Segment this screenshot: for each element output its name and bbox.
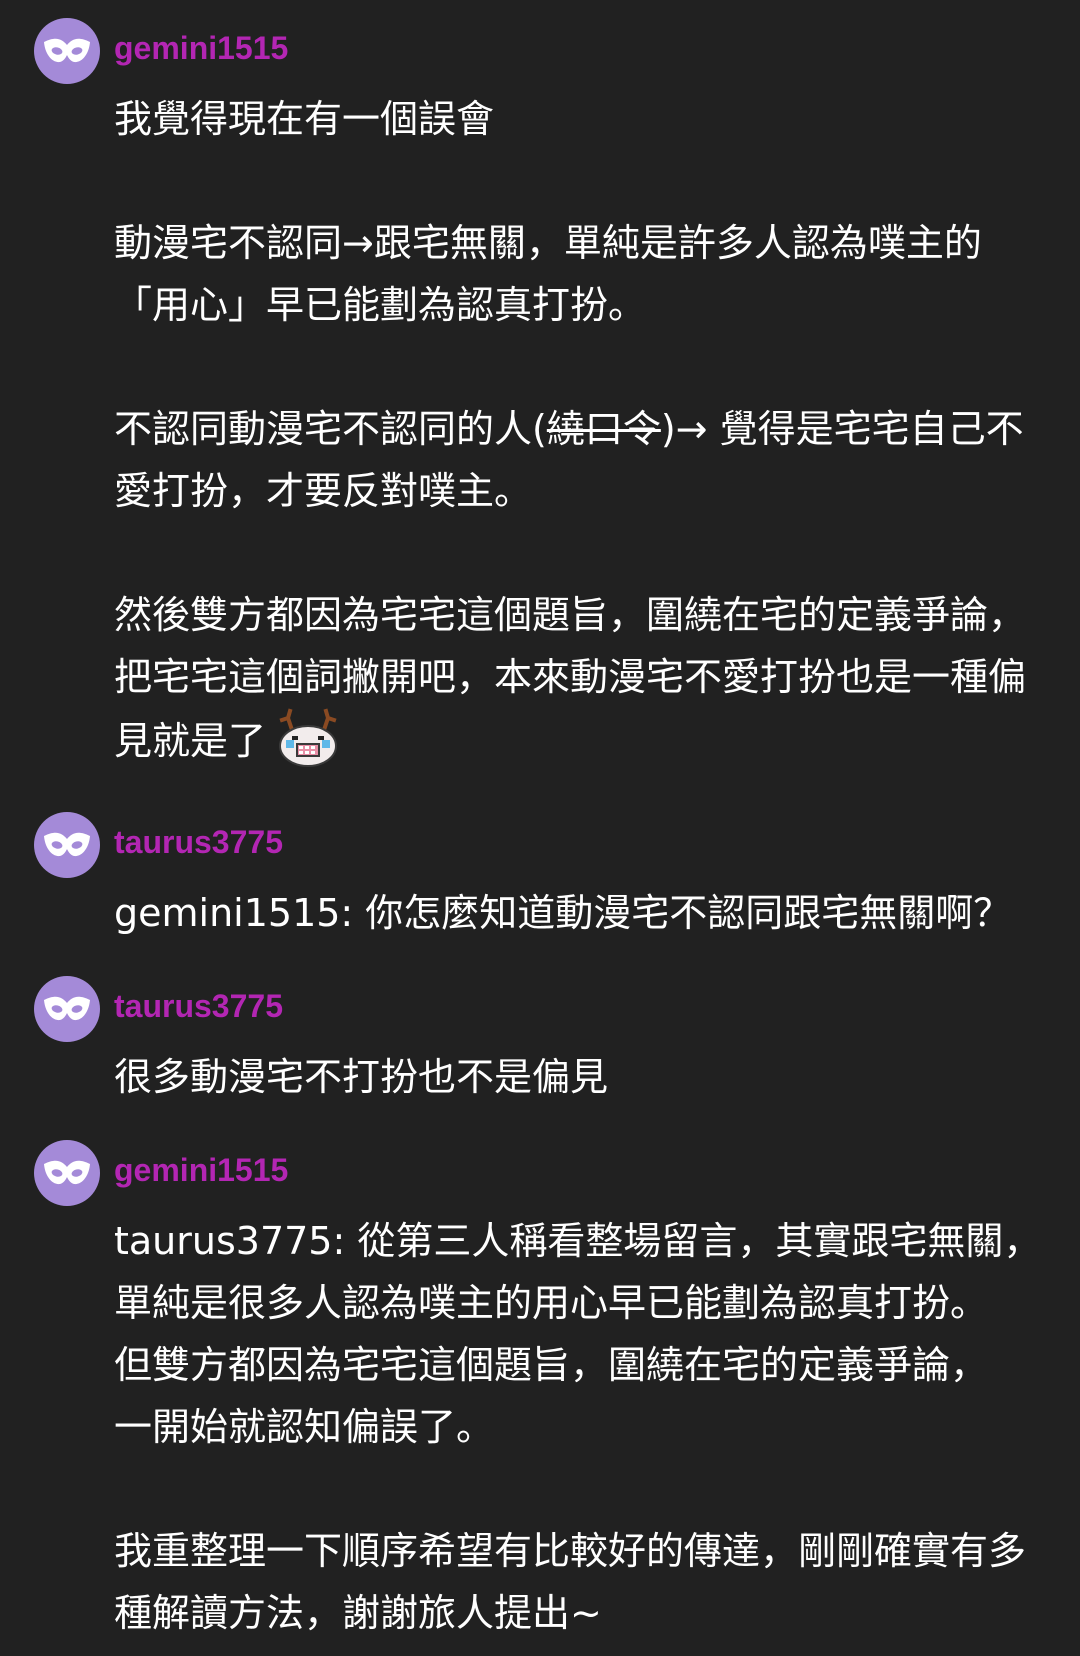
comment-paragraph: 我重整理一下順序希望有比較好的傳達，剛剛確實有多種解讀方法，謝謝旅人提出~ (114, 1529, 1027, 1635)
comment-body: gemini1515: 你怎麼知道動漫宅不認同跟宅無關啊？ (114, 882, 1044, 944)
comment-paragraph: 我覺得現在有一個誤會 (114, 97, 495, 141)
comment-paragraph: 動漫宅不認同→跟宅無關，單純是許多人認為噗主的「用心」早已能劃為認真打扮。 (114, 221, 982, 327)
comment-paragraph: 然後雙方都因為宅宅這個題旨，圍繞在宅的定義爭論，把宅宅這個詞撇開吧，本來動漫宅不… (114, 584, 1044, 772)
comment-body: taurus3775: 從第三人稱看整場留言，其實跟宅無關， 單純是很多人認為噗… (114, 1210, 1044, 1644)
comment-body: 我覺得現在有一個誤會 動漫宅不認同→跟宅無關，單純是許多人認為噗主的「用心」早已… (114, 88, 1044, 772)
comment-paragraph: 不認同動漫宅不認同的人(繞口令)→ 覺得是宅宅自己不愛打扮，才要反對噗主。 (114, 398, 1044, 522)
username[interactable]: taurus3775 (114, 822, 283, 862)
comment-paragraph: gemini1515: 你怎麼知道動漫宅不認同跟宅無關啊？ (114, 891, 1012, 935)
username[interactable]: gemini1515 (114, 1150, 288, 1190)
masquerade-mask-icon (44, 832, 90, 857)
masquerade-mask-icon (44, 38, 90, 63)
avatar[interactable] (34, 18, 100, 84)
comment-body: 很多動漫宅不打扮也不是偏見 (114, 1046, 1044, 1108)
comment-paragraph: taurus3775: 從第三人稱看整場留言，其實跟宅無關， 單純是很多人認為噗… (114, 1219, 1042, 1449)
comment-thread: gemini1515 我覺得現在有一個誤會 動漫宅不認同→跟宅無關，單純是許多人… (0, 0, 1080, 1656)
avatar[interactable] (34, 1140, 100, 1206)
crying-reindeer-sticker-icon (276, 708, 340, 770)
comment-paragraph: 很多動漫宅不打扮也不是偏見 (114, 1055, 609, 1099)
username[interactable]: gemini1515 (114, 28, 288, 68)
masquerade-mask-icon (44, 1160, 90, 1185)
text-segment: 不認同動漫宅不認同的人( (114, 407, 547, 451)
masquerade-mask-icon (44, 996, 90, 1021)
text-segment: 然後雙方都因為宅宅這個題旨，圍繞在宅的定義爭論，把宅宅這個詞撇開吧，本來動漫宅不… (114, 593, 1027, 763)
strikethrough-text: 繞口令 (546, 407, 661, 451)
username[interactable]: taurus3775 (114, 986, 283, 1026)
avatar[interactable] (34, 812, 100, 878)
avatar[interactable] (34, 976, 100, 1042)
